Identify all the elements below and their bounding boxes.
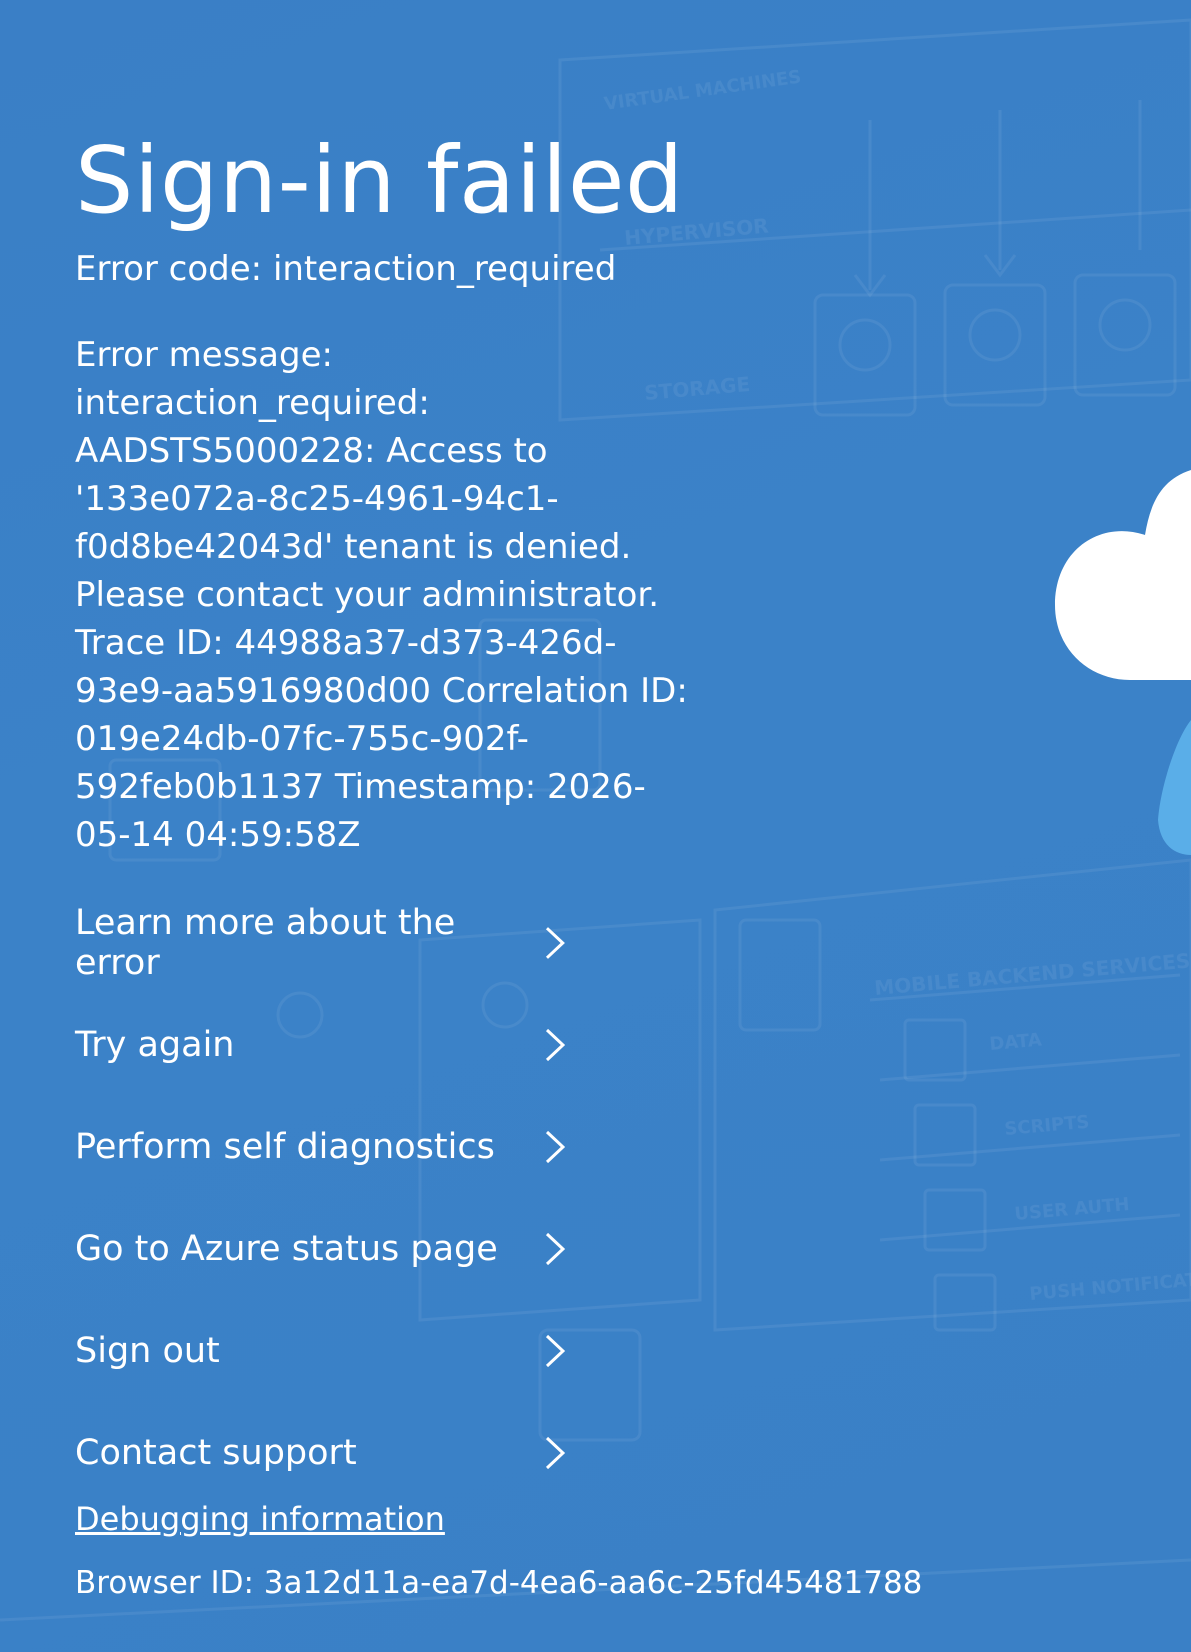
- chevron-right-icon: [545, 1436, 565, 1470]
- svg-text:DATA: DATA: [989, 1029, 1043, 1054]
- chevron-right-icon: [545, 1130, 565, 1164]
- chevron-right-icon: [546, 927, 565, 959]
- browser-id: Browser ID: 3a12d11a-ea7d-4ea6-aa6c-25fd…: [75, 1565, 923, 1601]
- svg-text:PUSH NOTIFICATIONS: PUSH NOTIFICATIONS: [1029, 1265, 1191, 1305]
- cloud-accent: [1158, 720, 1191, 855]
- azure-status-link[interactable]: Go to Azure status page: [75, 1198, 565, 1300]
- action-label: Try again: [75, 1025, 235, 1065]
- action-label: Go to Azure status page: [75, 1229, 498, 1269]
- page-title: Sign-in failed: [75, 127, 684, 234]
- self-diagnostics-link[interactable]: Perform self diagnostics: [75, 1096, 565, 1198]
- cloud-shape: [1055, 470, 1191, 680]
- action-label: Contact support: [75, 1433, 357, 1473]
- contact-support-link[interactable]: Contact support: [75, 1402, 565, 1504]
- svg-text:SCRIPTS: SCRIPTS: [1004, 1112, 1091, 1140]
- chevron-right-icon: [545, 1232, 565, 1266]
- chevron-right-icon: [545, 1334, 565, 1368]
- error-content: Sign-in failed Error code: interaction_r…: [75, 130, 715, 859]
- svg-text:MOBILE BACKEND SERVICES: MOBILE BACKEND SERVICES: [873, 948, 1191, 1000]
- action-label: Learn more about the error: [75, 903, 456, 983]
- svg-text:VIRTUAL MACHINES: VIRTUAL MACHINES: [603, 66, 803, 114]
- svg-text:USER AUTH: USER AUTH: [1014, 1194, 1131, 1225]
- try-again-link[interactable]: Try again: [75, 994, 565, 1096]
- action-list: Learn more about the error Try again Per…: [75, 892, 575, 1504]
- chevron-right-icon: [545, 1028, 565, 1062]
- action-label: Perform self diagnostics: [75, 1127, 495, 1167]
- error-message: Error message: interaction_required: AAD…: [75, 335, 688, 856]
- sign-out-link[interactable]: Sign out: [75, 1300, 565, 1402]
- learn-more-link[interactable]: Learn more about the error: [75, 892, 565, 994]
- error-code: Error code: interaction_required: [75, 249, 617, 290]
- debugging-information-link[interactable]: Debugging information: [75, 1500, 445, 1538]
- action-label: Sign out: [75, 1331, 220, 1371]
